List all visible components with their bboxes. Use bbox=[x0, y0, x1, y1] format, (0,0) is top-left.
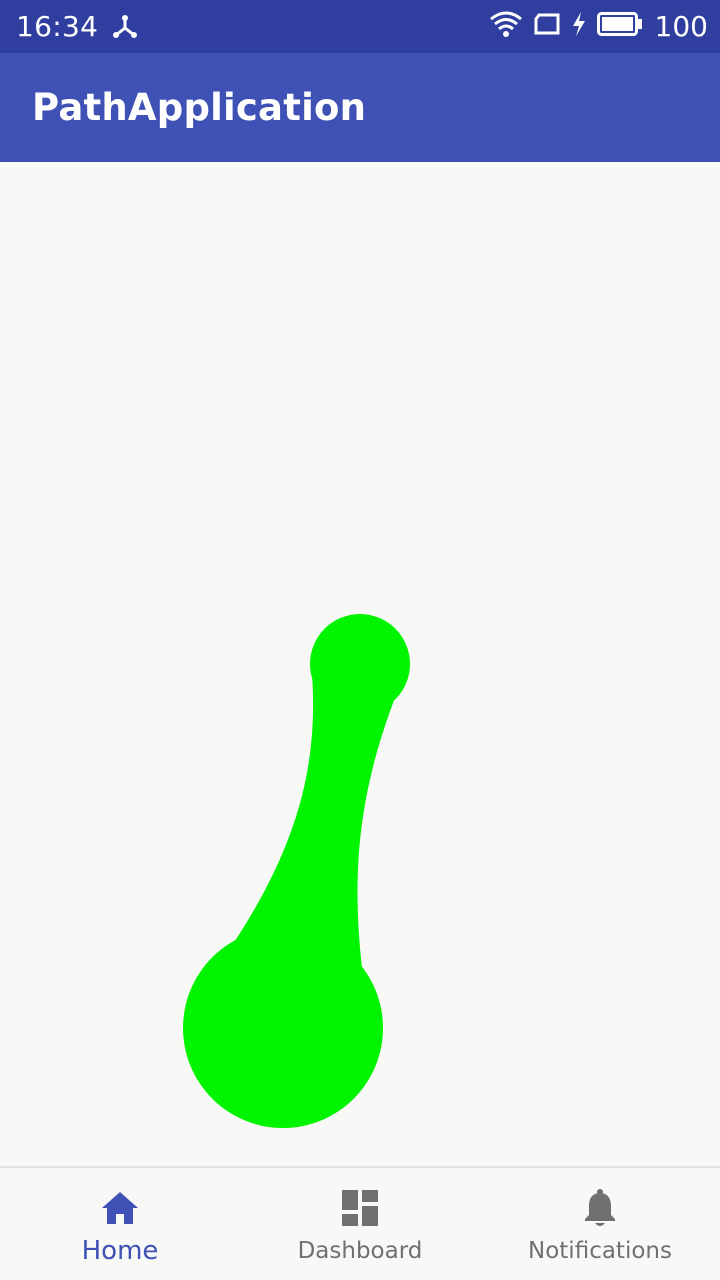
path-drawing bbox=[183, 614, 410, 1128]
charging-icon bbox=[571, 11, 587, 42]
nav-dashboard[interactable]: Dashboard bbox=[240, 1168, 480, 1280]
app-bar: PathApplication bbox=[0, 53, 720, 162]
dashboard-icon bbox=[340, 1188, 380, 1228]
sim-icon bbox=[533, 12, 561, 41]
nav-home-label: Home bbox=[81, 1236, 159, 1266]
status-bar: 16:34 100 bbox=[0, 0, 720, 53]
nav-notifications-label: Notifications bbox=[528, 1238, 672, 1264]
app-title: PathApplication bbox=[32, 86, 367, 129]
nav-home[interactable]: Home bbox=[0, 1168, 240, 1280]
content-area bbox=[0, 162, 720, 1166]
status-time: 16:34 bbox=[16, 10, 99, 43]
home-icon bbox=[100, 1188, 140, 1228]
wifi-icon bbox=[489, 10, 523, 43]
usb-icon bbox=[112, 14, 138, 40]
connecting-path bbox=[233, 674, 398, 968]
nav-dashboard-label: Dashboard bbox=[297, 1238, 423, 1264]
bell-icon bbox=[580, 1188, 620, 1228]
nav-notifications[interactable]: Notifications bbox=[480, 1168, 720, 1280]
battery-level: 100 bbox=[654, 10, 708, 43]
battery-icon bbox=[596, 12, 643, 41]
bottom-navigation: Home Dashboard Notifications bbox=[0, 1166, 720, 1280]
